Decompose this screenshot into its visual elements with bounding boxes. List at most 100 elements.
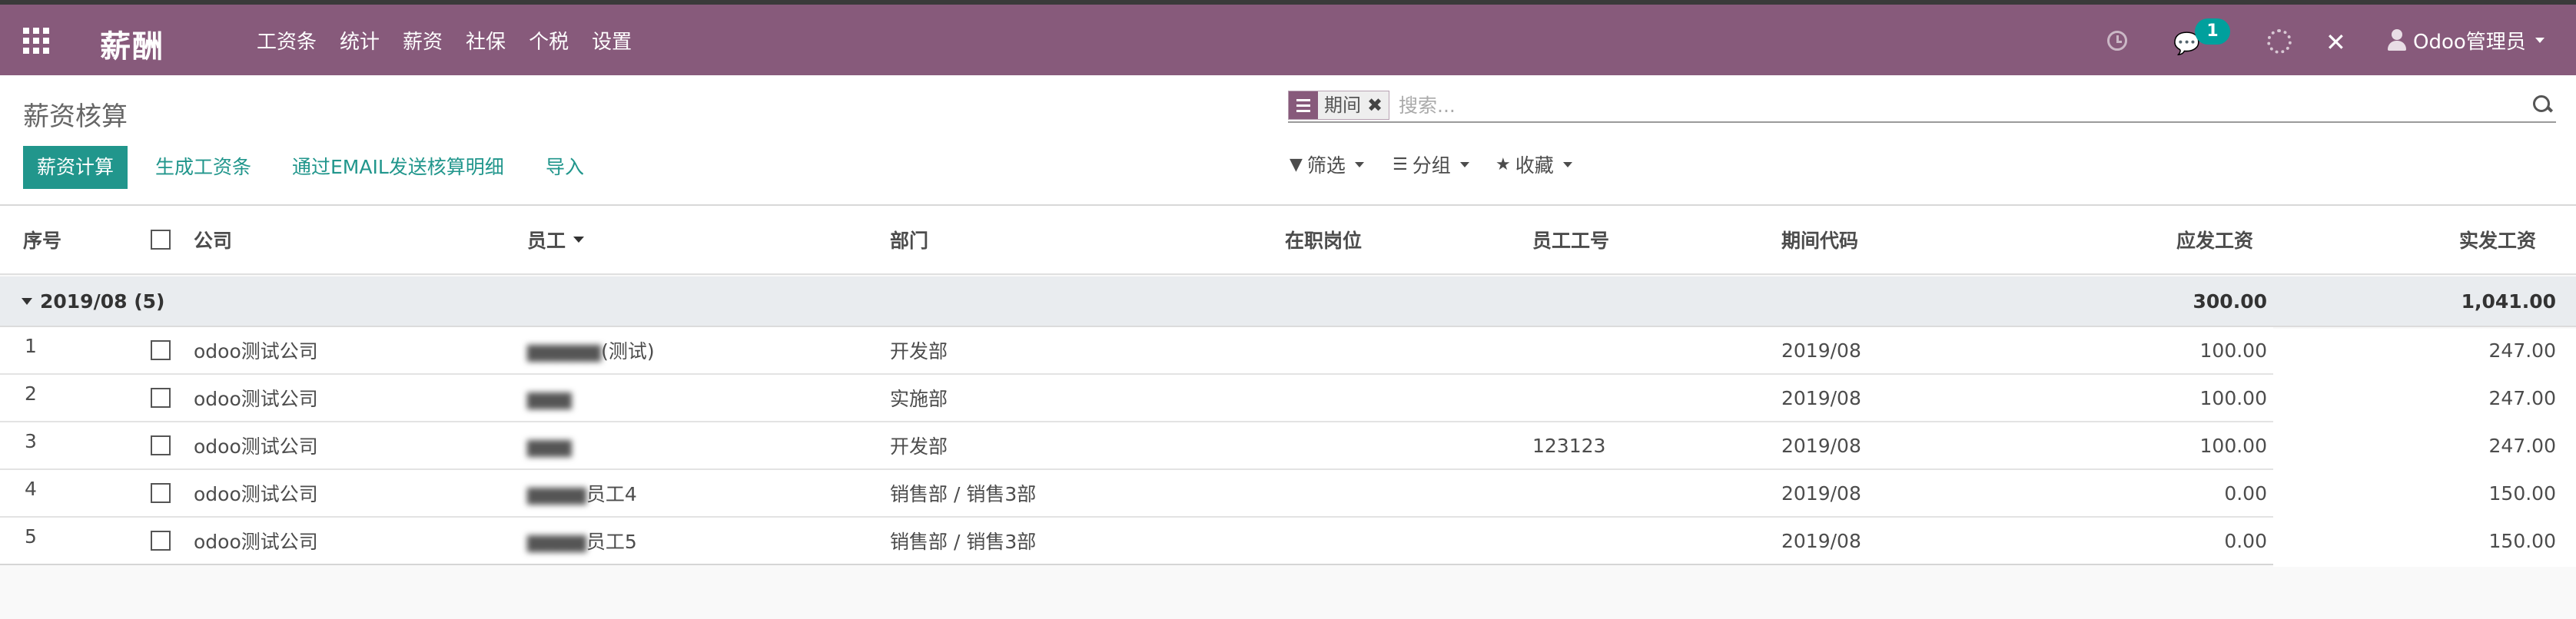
control-panel: 薪资核算 薪资计算 生成工资条 通过EMAIL发送核算明细 导入 期间 ✖ ▼ …: [0, 75, 2576, 206]
row-checkbox[interactable]: [151, 388, 171, 408]
main-navbar: 薪酬 工资条 统计 薪资 社保 个税 设置 💬 1 ✕ Odoo管理员: [0, 5, 2576, 75]
row-checkbox[interactable]: [151, 340, 171, 360]
row-department: 销售部 / 销售3部: [890, 483, 1037, 505]
col-department[interactable]: 部门: [890, 206, 928, 273]
breadcrumb: 薪资核算: [23, 101, 128, 132]
group-header[interactable]: 2019/08 (5): [22, 276, 164, 326]
favorites-label: 收藏: [1515, 154, 1554, 177]
chat-unread-badge: 1: [2195, 18, 2230, 45]
table-row[interactable]: 4 odoo测试公司 ▆▆▆▆ 员工4 销售部 / 销售3部 2019/08 0…: [0, 470, 2556, 518]
row-gross: 100.00: [2199, 434, 2267, 457]
employee-name-suffix: 员工5: [586, 531, 637, 553]
table-row[interactable]: 5 odoo测试公司 ▆▆▆▆ 员工5 销售部 / 销售3部 2019/08 0…: [0, 518, 2556, 565]
loading-spinner-icon: [2267, 29, 2292, 54]
user-menu[interactable]: Odoo管理员: [2387, 5, 2544, 75]
favorites-dropdown[interactable]: ★ 收藏: [1495, 147, 1572, 181]
row-company: odoo测试公司: [194, 435, 318, 458]
table-row[interactable]: 2 odoo测试公司 ▆▆▆ 实施部 2019/08 100.00 247.00: [0, 375, 2556, 422]
col-period-code[interactable]: 期间代码: [1781, 206, 1858, 273]
col-employee-no[interactable]: 员工工号: [1532, 206, 1609, 273]
select-all-cell: [151, 206, 171, 273]
row-gross: 100.00: [2199, 339, 2267, 362]
table-row[interactable]: 3 odoo测试公司 ▆▆▆ 开发部 123123 2019/08 100.00…: [0, 422, 2556, 470]
filter-list-icon: [1289, 91, 1318, 119]
row-checkbox[interactable]: [151, 531, 171, 551]
row-period-code: 2019/08: [1781, 529, 1861, 552]
row-period-code: 2019/08: [1781, 482, 1861, 505]
list-icon: ☰: [1393, 154, 1408, 174]
facet-remove-icon[interactable]: ✖: [1367, 91, 1389, 119]
group-gross-total: 300.00: [2193, 290, 2267, 313]
row-department: 销售部 / 销售3部: [890, 531, 1037, 553]
email-details-button[interactable]: 通过EMAIL发送核算明细: [292, 146, 504, 189]
apps-grid-icon[interactable]: [23, 28, 49, 54]
row-employee: ▆▆▆▆ 员工5: [527, 518, 637, 564]
row-index: 4: [25, 478, 37, 500]
funnel-icon: ▼: [1290, 154, 1303, 174]
row-gross: 0.00: [2224, 482, 2267, 505]
activity-clock-icon[interactable]: [2107, 31, 2127, 51]
row-gross: 0.00: [2224, 529, 2267, 552]
chevron-down-icon: [2535, 37, 2544, 43]
top-menu: 工资条 统计 薪资 社保 个税 设置: [257, 5, 655, 75]
row-employee: ▆▆▆: [527, 422, 572, 468]
row-department: 开发部: [890, 340, 948, 362]
row-period-code: 2019/08: [1781, 339, 1861, 362]
generate-payslip-button[interactable]: 生成工资条: [155, 146, 251, 189]
caret-down-icon: [22, 297, 32, 305]
col-employee-label: 员工: [527, 230, 566, 252]
search-icon[interactable]: [2531, 94, 2553, 115]
import-button[interactable]: 导入: [546, 146, 584, 189]
menu-item-income-tax[interactable]: 个税: [529, 26, 569, 55]
row-department: 开发部: [890, 435, 948, 458]
col-employee[interactable]: 员工: [527, 206, 585, 273]
row-checkbox[interactable]: [151, 435, 171, 455]
employee-name-suffix: 员工4: [586, 483, 637, 505]
search-bar: 期间 ✖: [1288, 89, 2556, 123]
col-net-pay[interactable]: 实发工资: [2305, 206, 2536, 273]
col-company[interactable]: 公司: [194, 206, 232, 273]
row-net: 247.00: [2488, 339, 2556, 362]
navbar-systray: 💬 1 ✕ Odoo管理员: [2038, 5, 2576, 75]
col-gross-pay[interactable]: 应发工资: [2075, 206, 2253, 273]
star-icon: ★: [1495, 154, 1511, 174]
app-brand[interactable]: 薪酬: [100, 22, 164, 66]
group-by-dropdown[interactable]: ☰ 分组: [1393, 147, 1469, 181]
row-index: 1: [25, 335, 37, 357]
group-label: 分组: [1412, 154, 1451, 177]
menu-item-settings[interactable]: 设置: [592, 26, 632, 55]
row-index: 3: [25, 430, 37, 452]
row-net: 247.00: [2488, 434, 2556, 457]
menu-item-salary[interactable]: 薪资: [403, 26, 443, 55]
menu-item-statistics[interactable]: 统计: [340, 26, 380, 55]
table-header: 序号 公司 员工 部门 在职岗位 员工工号 期间代码 应发工资 实发工资: [0, 206, 2576, 275]
row-company: odoo测试公司: [194, 483, 318, 505]
search-input[interactable]: [1399, 91, 2475, 120]
row-net: 150.00: [2488, 529, 2556, 552]
select-all-checkbox[interactable]: [151, 230, 171, 250]
employee-name-masked: ▆▆▆: [527, 386, 572, 409]
filter-dropdown[interactable]: ▼ 筛选: [1290, 147, 1364, 181]
group-net-total: 1,041.00: [2461, 290, 2556, 313]
menu-item-payslip[interactable]: 工资条: [257, 26, 317, 55]
user-name: Odoo管理员: [2413, 30, 2526, 54]
filter-label: 筛选: [1306, 154, 1346, 177]
col-position[interactable]: 在职岗位: [1285, 206, 1362, 273]
row-gross: 100.00: [2199, 386, 2267, 409]
payroll-calc-button[interactable]: 薪资计算: [23, 146, 128, 189]
employee-name-masked: ▆▆▆▆: [527, 482, 586, 505]
chevron-down-icon: [1562, 161, 1572, 167]
row-period-code: 2019/08: [1781, 434, 1861, 457]
group-row[interactable]: 2019/08 (5) 300.00 1,041.00: [0, 276, 2576, 327]
row-index: 2: [25, 382, 37, 405]
row-checkbox[interactable]: [151, 483, 171, 503]
col-index[interactable]: 序号: [23, 206, 61, 273]
debug-tools-icon[interactable]: ✕: [2325, 28, 2346, 57]
employee-name-masked: ▆▆▆: [527, 434, 572, 457]
chevron-down-icon: [1459, 161, 1469, 167]
employee-name-masked: ▆▆▆▆: [527, 529, 586, 552]
table-row[interactable]: 1 odoo测试公司 ▆▆▆▆▆ (测试) 开发部 2019/08 100.00…: [0, 327, 2556, 375]
menu-item-social-security[interactable]: 社保: [466, 26, 506, 55]
group-label: 2019/08 (5): [40, 290, 165, 313]
facet-label: 期间: [1324, 94, 1361, 116]
